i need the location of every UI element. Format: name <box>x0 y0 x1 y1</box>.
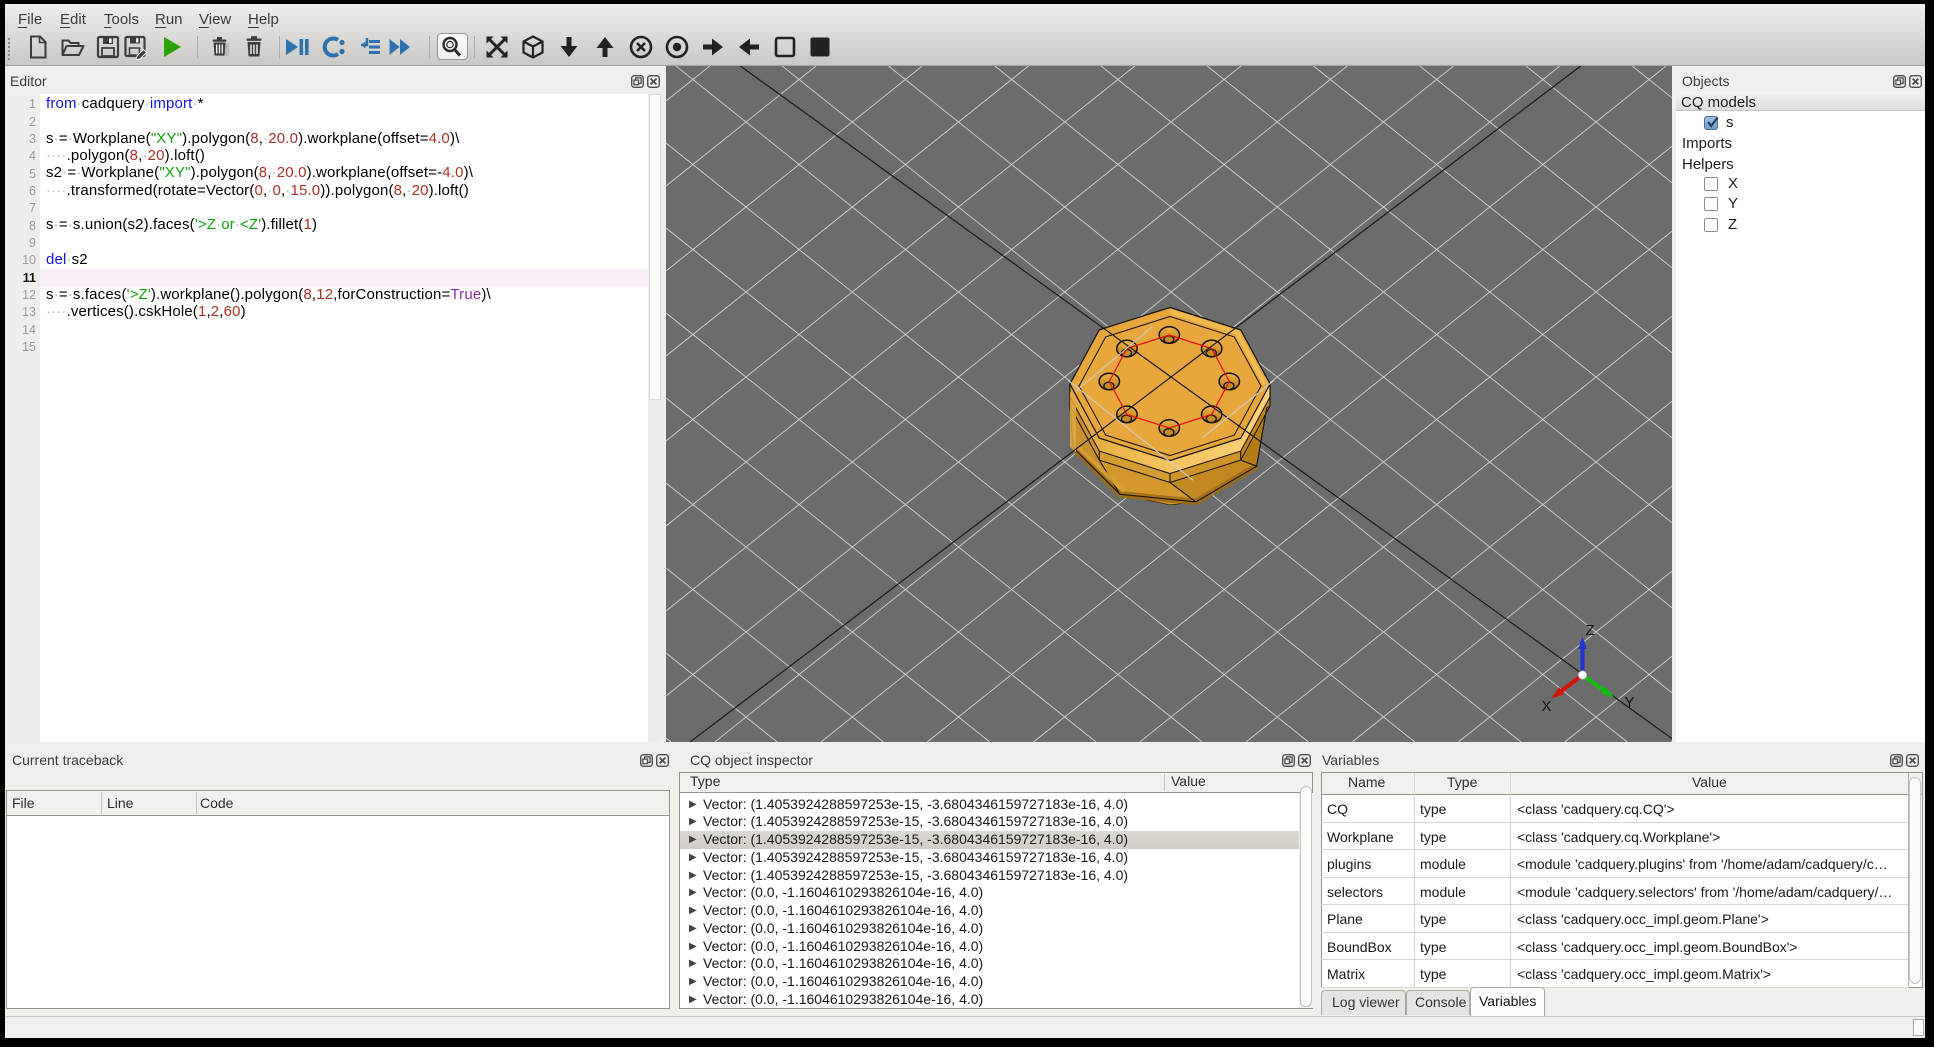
svg-text:Z: Z <box>1586 622 1595 639</box>
svg-text:Y: Y <box>1625 694 1635 711</box>
svg-text:X: X <box>1542 698 1552 715</box>
